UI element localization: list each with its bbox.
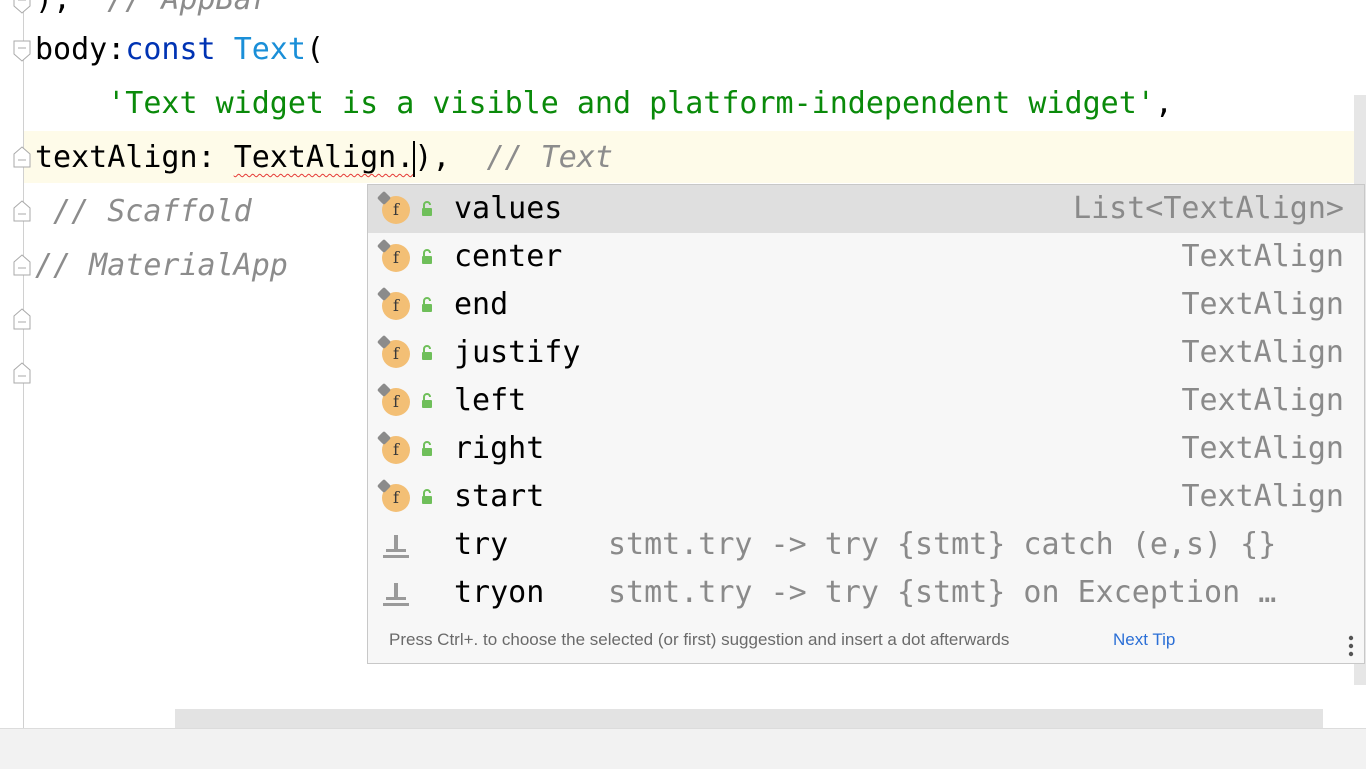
code-line: 'Text widget is a visible and platform-i… (35, 77, 1173, 131)
completion-item-type: List<TextAlign> (1073, 191, 1344, 226)
field-icon: f (382, 196, 410, 224)
completion-item-name: left (454, 383, 527, 418)
tip-text: Press Ctrl+. to choose the selected (or … (389, 630, 1010, 649)
completion-item-name: center (454, 239, 563, 274)
field-icon: f (382, 484, 410, 512)
completion-item-name: values (454, 191, 563, 226)
completion-item-name: try (454, 527, 509, 562)
live-template-icon (382, 533, 410, 559)
completion-item-name: end (454, 287, 509, 322)
completion-item[interactable]: f right TextAlign (368, 425, 1364, 473)
code-line: // Scaffold (35, 185, 252, 239)
code-paren: ( (305, 32, 324, 67)
fold-marker-icon[interactable] (13, 362, 31, 384)
completion-item-name: tryon (454, 575, 545, 610)
public-lock-icon (420, 297, 434, 313)
completion-item-type: TextAlign (1181, 479, 1344, 514)
live-template-icon (382, 581, 410, 607)
completion-item-type: TextAlign (1181, 383, 1344, 418)
fold-marker-icon[interactable] (13, 146, 31, 168)
code-class-name: Text (233, 32, 306, 67)
completion-item[interactable]: f start TextAlign (368, 473, 1364, 521)
completion-tip-bar: Press Ctrl+. to choose the selected (or … (368, 617, 1364, 663)
completion-item[interactable]: f left TextAlign (368, 377, 1364, 425)
completion-item-type: TextAlign (1181, 431, 1344, 466)
code-comment: // Scaffold (35, 194, 252, 229)
fold-marker-icon[interactable] (13, 308, 31, 330)
fold-marker-icon[interactable] (13, 40, 31, 62)
horizontal-scrollbar[interactable] (175, 709, 1323, 728)
completion-item-type: TextAlign (1181, 239, 1344, 274)
completion-item[interactable]: f values List<TextAlign> (368, 185, 1364, 233)
status-bar (0, 728, 1366, 769)
completion-item-description: stmt.try -> try {stmt} catch (e,s) {} (608, 527, 1277, 562)
code-keyword: const (125, 32, 216, 67)
completion-item-name: right (454, 431, 545, 466)
completion-item[interactable]: f end TextAlign (368, 281, 1364, 329)
code-line: // MaterialApp (35, 239, 288, 293)
public-lock-icon (420, 489, 434, 505)
public-lock-icon (420, 345, 434, 361)
fold-marker-icon[interactable] (13, 254, 31, 276)
completion-item-description: stmt.try -> try {stmt} on Exception … (608, 575, 1277, 610)
public-lock-icon (420, 201, 434, 217)
completion-item[interactable]: tryon stmt.try -> try {stmt} on Exceptio… (368, 569, 1364, 617)
fold-marker-icon[interactable] (13, 200, 31, 222)
code-punct: ), (414, 140, 487, 175)
code-line: body:const Text( (35, 23, 324, 77)
field-icon: f (382, 244, 410, 272)
public-lock-icon (420, 249, 434, 265)
completion-item-type: TextAlign (1181, 335, 1344, 370)
fold-marker-icon[interactable] (13, 0, 31, 14)
completion-item-name: start (454, 479, 545, 514)
field-icon: f (382, 388, 410, 416)
code-comment: // Text (486, 140, 613, 175)
field-icon: f (382, 340, 410, 368)
code-comma: , (1154, 86, 1173, 121)
public-lock-icon (420, 441, 434, 457)
public-lock-icon (420, 393, 434, 409)
completion-popup: f values List<TextAlign> f center TextAl… (367, 184, 1365, 664)
code-punct: ), (35, 0, 71, 17)
completion-item-name: justify (454, 335, 581, 370)
more-options-icon[interactable] (1348, 629, 1354, 657)
completion-item[interactable]: try stmt.try -> try {stmt} catch (e,s) {… (368, 521, 1364, 569)
code-identifier: body: (35, 32, 126, 67)
code-property: textAlign: (35, 140, 234, 175)
completion-item[interactable]: f justify TextAlign (368, 329, 1364, 377)
code-comment: // AppBar (107, 0, 270, 17)
code-line-current: textAlign: TextAlign.), // Text (35, 131, 613, 185)
completion-item-type: TextAlign (1181, 287, 1344, 322)
field-icon: f (382, 436, 410, 464)
code-comment: // MaterialApp (35, 248, 288, 283)
completion-item[interactable]: f center TextAlign (368, 233, 1364, 281)
code-string: 'Text widget is a visible and platform-i… (107, 86, 1155, 121)
code-error-token: TextAlign. (233, 140, 415, 175)
next-tip-link[interactable]: Next Tip (1113, 617, 1175, 663)
field-icon: f (382, 292, 410, 320)
